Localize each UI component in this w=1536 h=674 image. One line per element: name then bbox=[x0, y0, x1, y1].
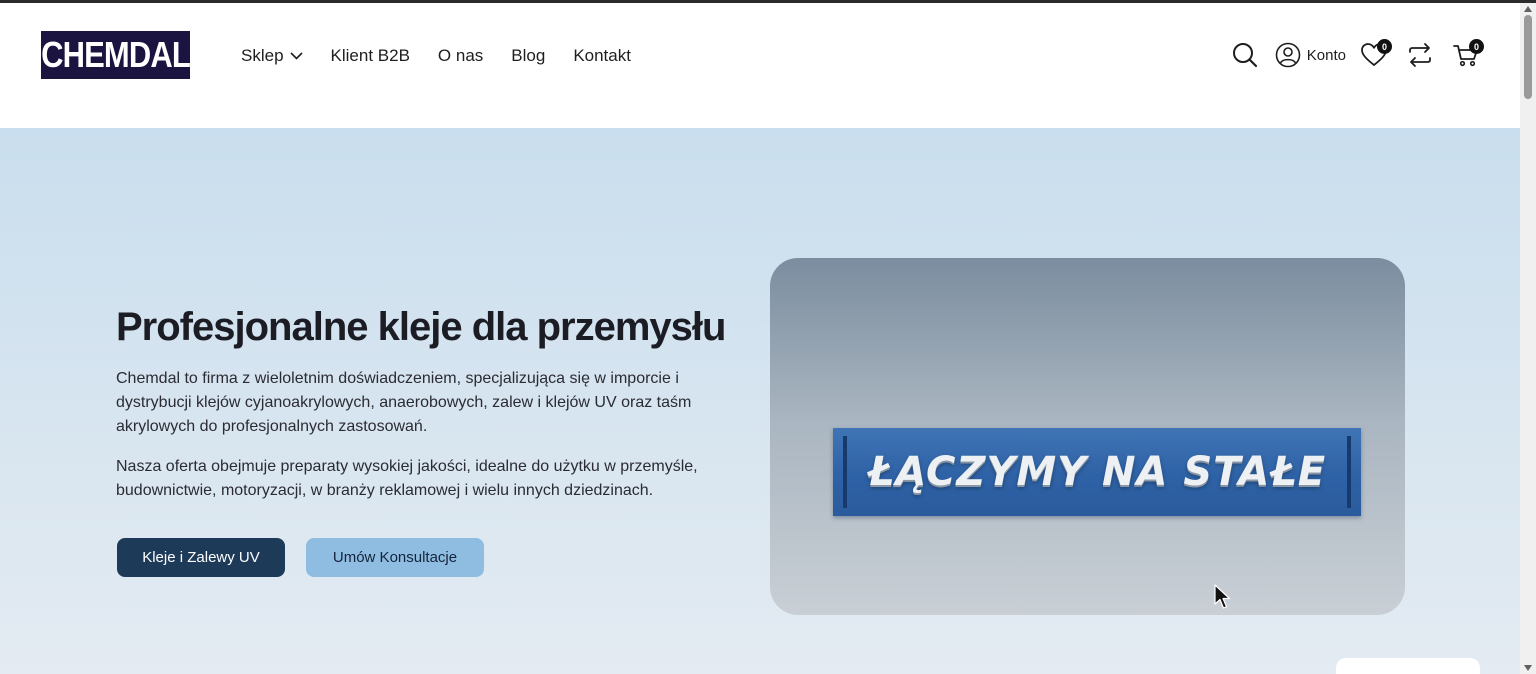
compare-button[interactable] bbox=[1402, 37, 1438, 73]
site-header: CHEMDAL Sklep Klient B2B O nas Blog Kont… bbox=[0, 3, 1520, 128]
banner-right-bar bbox=[1347, 436, 1351, 508]
hero-paragraph-1: Chemdal to firma z wieloletnim doświadcz… bbox=[116, 370, 692, 435]
nav-label: Klient B2B bbox=[330, 46, 410, 65]
nav-label: Sklep bbox=[241, 46, 284, 65]
nav-item-blog[interactable]: Blog bbox=[511, 46, 545, 66]
logo[interactable]: CHEMDAL bbox=[41, 31, 191, 79]
account-link[interactable]: Konto bbox=[1275, 42, 1346, 68]
search-button[interactable] bbox=[1227, 37, 1263, 73]
hero-image: ŁĄCZYMY NA STAŁE bbox=[770, 258, 1405, 615]
wishlist-button[interactable]: 0 bbox=[1356, 37, 1392, 73]
logo-text: CHEMDAL bbox=[41, 34, 191, 75]
book-consultation-button[interactable]: Umów Konsultacje bbox=[306, 538, 484, 577]
slogan-banner: ŁĄCZYMY NA STAŁE bbox=[833, 428, 1361, 516]
wishlist-count-badge: 0 bbox=[1377, 39, 1392, 54]
vertical-scrollbar[interactable] bbox=[1520, 3, 1536, 674]
hero-section: Profesjonalne kleje dla przemysłu Chemda… bbox=[0, 128, 1520, 674]
compare-arrows-icon bbox=[1409, 43, 1431, 67]
nav-item-kontakt[interactable]: Kontakt bbox=[573, 46, 631, 66]
cart-count-badge: 0 bbox=[1469, 39, 1484, 54]
scroll-down-arrow-icon[interactable] bbox=[1523, 664, 1533, 672]
hero-title: Profesjonalne kleje dla przemysłu bbox=[116, 305, 726, 349]
search-icon bbox=[1232, 43, 1257, 68]
header-actions: Konto 0 0 bbox=[1227, 37, 1484, 73]
banner-left-bar bbox=[843, 436, 847, 508]
uv-adhesives-button[interactable]: Kleje i Zalewy UV bbox=[117, 538, 285, 577]
page: CHEMDAL Sklep Klient B2B O nas Blog Kont… bbox=[0, 3, 1520, 674]
nav-label: Kontakt bbox=[573, 46, 631, 65]
scrollbar-thumb[interactable] bbox=[1524, 15, 1532, 99]
hero-paragraph-2: Nasza oferta obejmuje preparaty wysokiej… bbox=[116, 458, 698, 499]
nav-label: O nas bbox=[437, 46, 484, 65]
banner-slogan: ŁĄCZYMY NA STAŁE bbox=[867, 449, 1327, 495]
cart-button[interactable]: 0 bbox=[1448, 37, 1484, 73]
floating-widget[interactable] bbox=[1336, 658, 1480, 674]
mouse-cursor-icon bbox=[1214, 584, 1231, 609]
user-icon bbox=[1275, 42, 1301, 68]
chevron-down-icon bbox=[289, 52, 303, 60]
main-nav: Sklep Klient B2B O nas Blog Kontakt bbox=[241, 43, 631, 69]
nav-item-sklep[interactable]: Sklep bbox=[241, 46, 303, 66]
scroll-up-arrow-icon[interactable] bbox=[1523, 5, 1533, 13]
nav-item-klient-b2b[interactable]: Klient B2B bbox=[331, 46, 410, 66]
nav-item-o-nas[interactable]: O nas bbox=[438, 46, 483, 66]
nav-label: Blog bbox=[511, 46, 546, 65]
account-label: Konto bbox=[1306, 46, 1346, 64]
